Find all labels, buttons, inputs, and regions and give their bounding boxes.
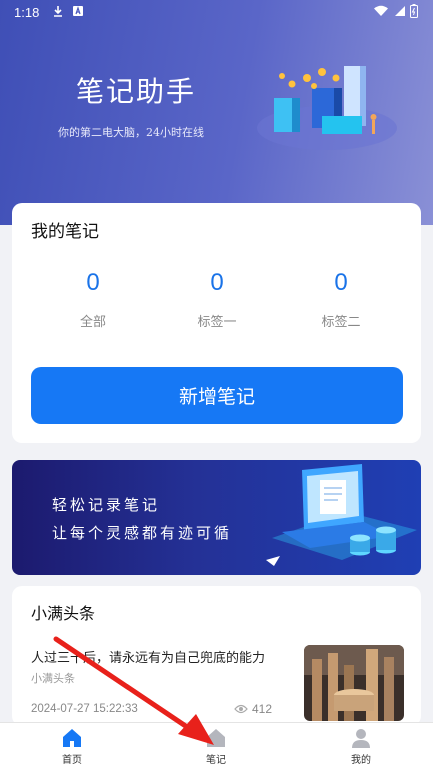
stat-all[interactable]: 0 全部	[43, 269, 143, 330]
stat-all-count: 0	[86, 269, 100, 296]
bottom-tab-bar: 首页 笔记 我的	[0, 722, 433, 771]
news-headline[interactable]: 人过三十后，请永远有为自己兜底的能力	[31, 647, 281, 666]
user-icon	[352, 729, 370, 748]
banner-line-1: 轻松记录笔记	[52, 496, 161, 514]
battery-icon	[410, 4, 418, 18]
news-views: 412	[234, 702, 272, 716]
tab-notes-label: 笔记	[206, 755, 226, 766]
news-section-title: 小满头条	[31, 604, 96, 623]
stat-tag-two-count: 0	[334, 269, 348, 296]
notification-a-icon	[73, 6, 83, 16]
stat-all-label: 全部	[79, 315, 106, 330]
tab-home[interactable]: 首页	[32, 727, 112, 766]
data-city-illustration	[257, 66, 397, 150]
coin-stack-thumbnail[interactable]	[304, 645, 404, 721]
signal-icon	[395, 6, 405, 16]
hero-title: 笔记助手	[76, 75, 197, 108]
news-source: 小满头条	[31, 672, 75, 685]
status-time: 1:18	[14, 5, 40, 20]
download-icon	[54, 6, 62, 17]
tab-profile-label: 我的	[351, 755, 371, 766]
status-bar: 1:18	[0, 0, 433, 26]
wifi-icon	[374, 5, 388, 16]
stat-tag-one[interactable]: 0 标签一	[167, 269, 267, 330]
add-note-button[interactable]: 新增笔记	[31, 367, 403, 424]
news-time: 2024-07-27 15:22:33	[31, 703, 138, 715]
my-notes-card: 我的笔记 0 全部 0 标签一 0 标签二 新增笔记	[12, 203, 421, 443]
hero-subtitle: 你的第二电大脑，24小时在线	[58, 126, 204, 139]
news-card: 小满头条 人过三十后，请永远有为自己兜底的能力 小满头条 2024-07-27 …	[12, 586, 421, 726]
stat-tag-one-label: 标签一	[197, 315, 237, 330]
my-notes-title: 我的笔记	[31, 222, 99, 242]
news-views-count: 412	[252, 702, 273, 716]
house-icon	[207, 729, 225, 747]
eye-icon	[234, 704, 248, 714]
banner-line-2: 让每个灵感都有迹可循	[52, 524, 233, 542]
tab-notes[interactable]: 笔记	[176, 727, 256, 766]
tab-profile[interactable]: 我的	[321, 727, 401, 766]
hero-header: 1:18 笔记助手 你的第二电大脑，24小时在线	[0, 0, 433, 225]
home-icon	[63, 729, 81, 747]
tab-home-label: 首页	[62, 755, 82, 766]
stat-tag-one-count: 0	[210, 269, 224, 296]
laptop-document-illustration	[266, 464, 417, 566]
promo-banner[interactable]: 轻松记录笔记 让每个灵感都有迹可循	[12, 460, 421, 575]
stat-tag-two-label: 标签二	[321, 315, 361, 330]
stat-tag-two[interactable]: 0 标签二	[291, 269, 391, 330]
